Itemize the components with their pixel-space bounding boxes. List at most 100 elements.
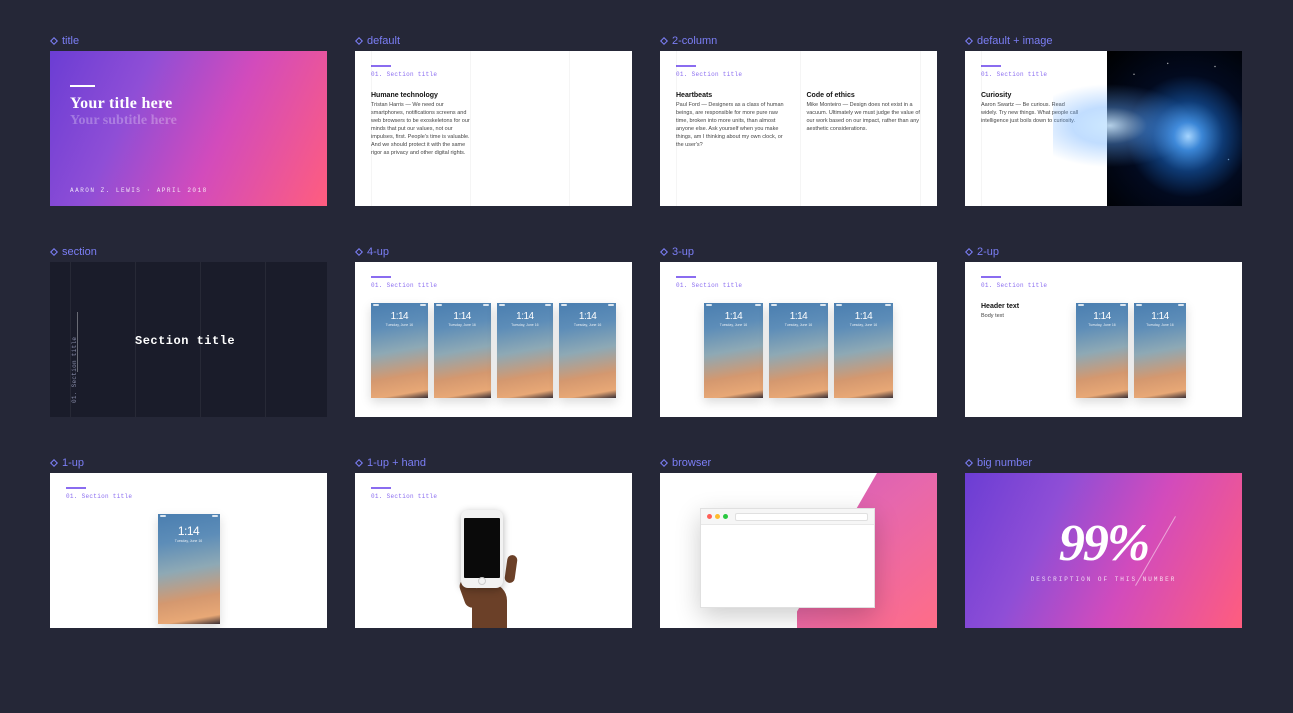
- component-label: 2-up: [965, 246, 1242, 258]
- component-label: 2-column: [660, 35, 937, 47]
- component-icon: [660, 459, 668, 467]
- phone-date: Tuesday, June 16: [769, 323, 828, 327]
- phone-date: Tuesday, June 16: [371, 323, 428, 327]
- component-icon: [660, 248, 668, 256]
- col2-body: Mike Monteiro — Design does not exist in…: [807, 102, 922, 134]
- label-text: 2-up: [977, 246, 999, 258]
- phone-mockup: 1:14Tuesday, June 16: [834, 303, 893, 398]
- browser-titlebar: [701, 509, 874, 525]
- slide-item-title[interactable]: title Your title here Your subtitle here…: [50, 35, 327, 206]
- layout-guide: [800, 51, 801, 206]
- slide-item-section[interactable]: section 01. Section title Section title: [50, 246, 327, 417]
- slide-canvas: 01. Section title Humane technology Tris…: [355, 51, 632, 206]
- slide-item-3-up[interactable]: 3-up 01. Section title 1:14Tuesday, June…: [660, 246, 937, 417]
- section-label: 01. Section title: [676, 71, 921, 78]
- slide-canvas: [660, 473, 937, 628]
- slide-item-browser[interactable]: browser: [660, 457, 937, 628]
- col2-heading: Code of ethics: [807, 92, 922, 99]
- component-label: default: [355, 35, 632, 47]
- section-label: 01. Section title: [981, 282, 1226, 289]
- body-text: Tristan Harris — We need our smartphones…: [371, 102, 471, 158]
- label-text: 2-column: [672, 35, 717, 47]
- component-icon: [50, 459, 58, 467]
- layout-guide: [981, 51, 982, 206]
- phone-mockup: 1:14Tuesday, June 16: [497, 303, 554, 398]
- component-label: 1-up + hand: [355, 457, 632, 469]
- heading: Header text: [981, 303, 1056, 310]
- slide-item-4-up[interactable]: 4-up 01. Section title 1:14Tuesday, June…: [355, 246, 632, 417]
- component-icon: [355, 459, 363, 467]
- heading: Humane technology: [371, 92, 471, 99]
- component-icon: [965, 459, 973, 467]
- slide-item-1-up-hand[interactable]: 1-up + hand 01. Section title: [355, 457, 632, 628]
- slide-canvas: 01. Section title 1:14Tuesday, June 16 1…: [660, 262, 937, 417]
- slide-item-2-column[interactable]: 2-column 01. Section title Heartbeats Pa…: [660, 35, 937, 206]
- component-label: 1-up: [50, 457, 327, 469]
- slide-canvas: 01. Section title 1:14Tuesday, June 16: [50, 473, 327, 628]
- component-icon: [50, 37, 58, 45]
- component-label: default + image: [965, 35, 1242, 47]
- label-text: 1-up + hand: [367, 457, 426, 469]
- section-label: 01. Section title: [371, 493, 616, 500]
- slide-canvas: 01. Section title 1:14Tuesday, June 16 1…: [355, 262, 632, 417]
- accent-rule: [66, 487, 86, 489]
- accent-rule: [981, 65, 1001, 67]
- slide-canvas: 99% DESCRIPTION OF THIS NUMBER: [965, 473, 1242, 628]
- component-label: section: [50, 246, 327, 258]
- layout-guide: [920, 51, 921, 206]
- phone-date: Tuesday, June 16: [434, 323, 491, 327]
- subtitle-text: Your subtitle here: [70, 113, 307, 129]
- component-icon: [355, 37, 363, 45]
- phone-time: 1:14: [434, 311, 491, 322]
- slide-item-2-up[interactable]: 2-up 01. Section title Header text Body …: [965, 246, 1242, 417]
- phone-row: 1:14Tuesday, June 16 1:14Tuesday, June 1…: [371, 303, 616, 398]
- body-text: Body text: [981, 313, 1056, 321]
- label-text: 1-up: [62, 457, 84, 469]
- component-label: browser: [660, 457, 937, 469]
- label-text: browser: [672, 457, 711, 469]
- section-label: 01. Section title: [371, 282, 616, 289]
- slide-canvas: 01. Section title Curiosity Aaron Swartz…: [965, 51, 1242, 206]
- phone-mockup: 1:14Tuesday, June 16: [434, 303, 491, 398]
- phone-date: Tuesday, June 16: [704, 323, 763, 327]
- phone-time: 1:14: [559, 311, 616, 322]
- component-icon: [965, 248, 973, 256]
- label-text: section: [62, 246, 97, 258]
- phone-time: 1:14: [158, 524, 220, 538]
- slide-item-1-up[interactable]: 1-up 01. Section title 1:14Tuesday, June…: [50, 457, 327, 628]
- component-icon: [965, 37, 973, 45]
- slide-canvas: 01. Section title Header text Body text …: [965, 262, 1242, 417]
- component-label: title: [50, 35, 327, 47]
- slide-item-default-image[interactable]: default + image 01. Section title Curios…: [965, 35, 1242, 206]
- phone-time: 1:14: [704, 311, 763, 322]
- phone-date: Tuesday, June 16: [559, 323, 616, 327]
- phone-row: 1:14Tuesday, June 16 1:14Tuesday, June 1…: [1076, 303, 1186, 398]
- component-icon: [660, 37, 668, 45]
- label-text: big number: [977, 457, 1032, 469]
- big-number: 99%: [1059, 518, 1148, 570]
- accent-rule: [676, 65, 696, 67]
- phone-mockup: 1:14Tuesday, June 16: [1076, 303, 1128, 398]
- label-text: 4-up: [367, 246, 389, 258]
- side-label: 01. Section title: [71, 337, 78, 403]
- section-label: 01. Section title: [371, 71, 616, 78]
- component-label: 4-up: [355, 246, 632, 258]
- section-title: Section title: [135, 334, 235, 348]
- phone-time: 1:14: [497, 311, 554, 322]
- component-icon: [355, 248, 363, 256]
- browser-window: [700, 508, 875, 608]
- phone-time: 1:14: [834, 311, 893, 322]
- phone-time: 1:14: [371, 311, 428, 322]
- slide-item-default[interactable]: default 01. Section title Humane technol…: [355, 35, 632, 206]
- col1-body: Paul Ford — Designers as a class of huma…: [676, 102, 791, 150]
- phone-date: Tuesday, June 16: [1076, 323, 1128, 327]
- phone-mockup: 1:14Tuesday, June 16: [559, 303, 616, 398]
- label-text: 3-up: [672, 246, 694, 258]
- slide-canvas: 01. Section title: [355, 473, 632, 628]
- traffic-light-min: [715, 514, 720, 519]
- device-mockup: [461, 510, 503, 588]
- slide-canvas: 01. Section title Heartbeats Paul Ford —…: [660, 51, 937, 206]
- phone-date: Tuesday, June 16: [834, 323, 893, 327]
- slide-item-big-number[interactable]: big number 99% DESCRIPTION OF THIS NUMBE…: [965, 457, 1242, 628]
- component-label: big number: [965, 457, 1242, 469]
